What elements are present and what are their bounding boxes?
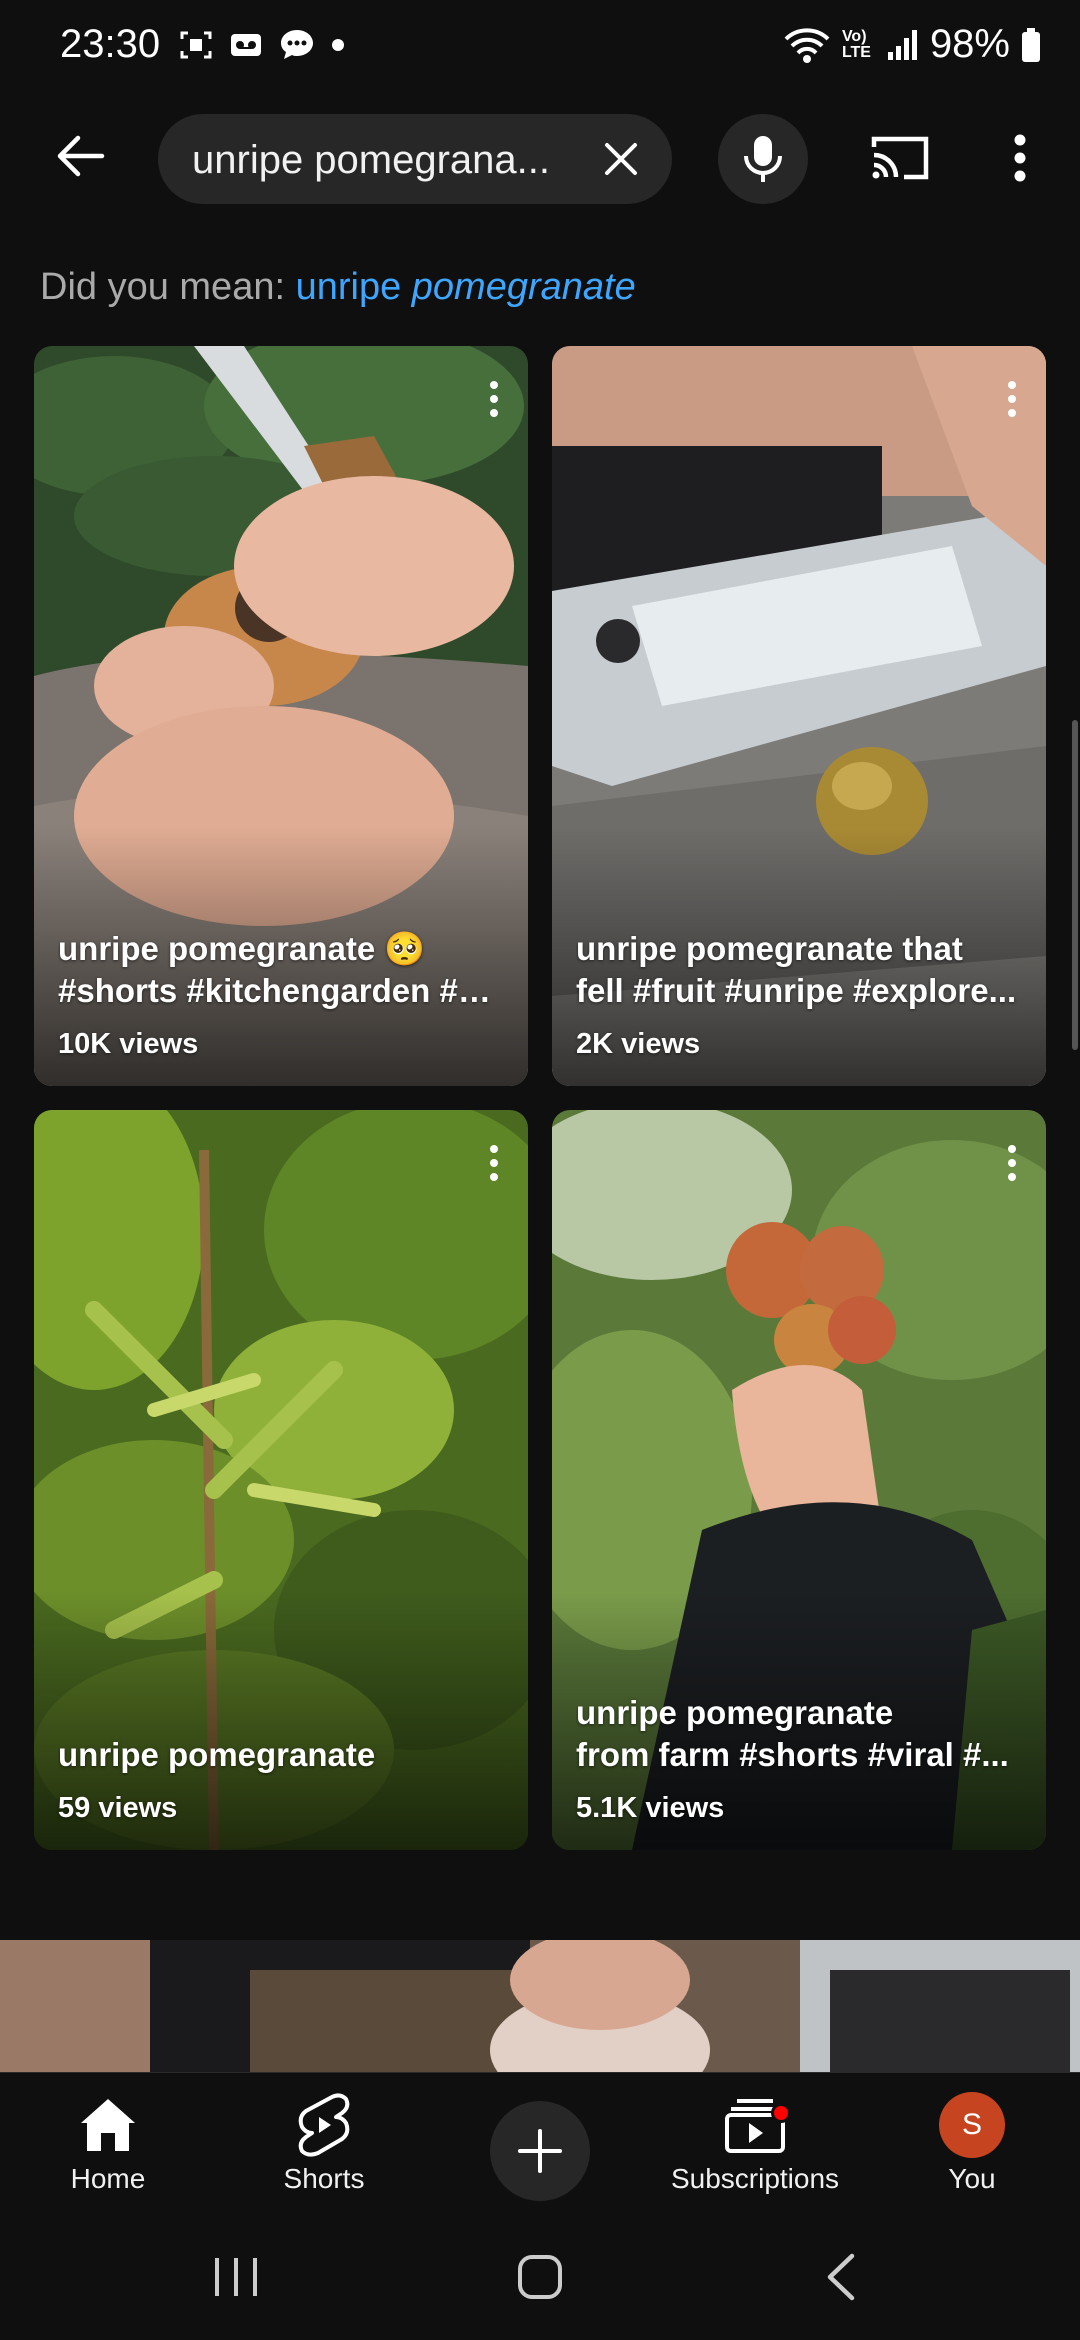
cast-icon	[871, 136, 929, 180]
close-icon	[605, 143, 637, 175]
notification-icons	[178, 26, 346, 64]
more-vert-icon	[490, 381, 498, 417]
more-vert-icon	[1008, 1145, 1016, 1181]
battery-icon	[1022, 27, 1040, 62]
short-title: unripe pomegranate from farm #shorts #vi…	[576, 1692, 1022, 1776]
short-card[interactable]: unripe pomegranate that fell #fruit #unr…	[552, 346, 1046, 1086]
suggestion-italic: pomegranate	[411, 266, 636, 308]
short-title-line: unripe pomegranate 🥺	[58, 930, 426, 967]
clear-search-button[interactable]	[590, 128, 652, 190]
wifi-icon	[784, 27, 830, 63]
short-card[interactable]: unripe pomegranate from farm #shorts #vi…	[552, 1110, 1046, 1850]
recents-button[interactable]	[186, 2242, 286, 2312]
back-button[interactable]	[40, 116, 120, 196]
short-title-line: from farm #shorts #viral #...	[576, 1736, 1009, 1773]
short-card[interactable]: unripe pomegranate 59 views	[34, 1110, 528, 1850]
message-icon	[281, 30, 313, 59]
video-thumbnail	[0, 1940, 1080, 2072]
nav-subscriptions-label: Subscriptions	[670, 2163, 840, 2194]
signal-icon	[887, 29, 917, 60]
did-you-mean: Did you mean: unripe pomegranate	[40, 266, 636, 309]
status-bar: 23:30 Vo) LTE 98%	[0, 0, 1080, 96]
system-navigation	[0, 2212, 1080, 2340]
short-title-line: unripe pomegranate	[576, 1694, 894, 1731]
suggestion-link[interactable]: unripe pomegranate	[296, 266, 636, 308]
notification-dot	[771, 2103, 791, 2123]
search-box[interactable]: unripe pomegrana...	[158, 114, 672, 204]
more-options-button[interactable]	[990, 118, 1050, 198]
short-menu-button[interactable]	[992, 374, 1032, 424]
short-title: unripe pomegranate 🥺 #shorts #kitchengar…	[58, 928, 504, 1012]
nav-you[interactable]: S You	[912, 2073, 1032, 2213]
short-menu-button[interactable]	[474, 1138, 514, 1188]
nav-home-label: Home	[70, 2163, 146, 2194]
back-chevron-icon	[827, 2253, 855, 2301]
short-title-line: #shorts #kitchengarden #n...	[58, 972, 504, 1009]
network-label: Vo) LTE	[841, 27, 871, 61]
short-title-line: fell #fruit #unripe #explore...	[576, 972, 1017, 1009]
more-vert-icon	[1008, 381, 1016, 417]
dot-icon	[332, 39, 344, 51]
next-result-thumbnail[interactable]	[0, 1940, 1080, 2072]
more-vert-icon	[1014, 134, 1026, 182]
search-query[interactable]: unripe pomegrana...	[192, 138, 582, 183]
back-arrow-icon	[57, 135, 105, 177]
search-top-bar: unripe pomegrana...	[0, 96, 1080, 246]
voice-search-button[interactable]	[718, 114, 808, 204]
shorts-icon	[298, 2093, 350, 2157]
short-card[interactable]: unripe pomegranate 🥺 #shorts #kitchengar…	[34, 346, 528, 1086]
short-title: unripe pomegranate that fell #fruit #unr…	[576, 928, 1022, 1012]
short-views: 59 views	[58, 1792, 178, 1824]
status-time: 23:30	[60, 22, 161, 66]
more-vert-icon	[490, 1145, 498, 1181]
plus-icon	[518, 2129, 562, 2173]
nav-shorts[interactable]: Shorts	[264, 2073, 384, 2213]
bottom-navigation: Home Shorts Subscriptions S You	[0, 2072, 1080, 2212]
nav-you-label: You	[948, 2163, 996, 2194]
suggestion-plain: unripe	[295, 266, 412, 308]
home-system-button[interactable]	[490, 2242, 590, 2312]
short-title-line: unripe pomegranate	[58, 1736, 376, 1773]
scrollbar[interactable]	[1072, 720, 1078, 1050]
did-you-mean-prefix: Did you mean:	[40, 266, 296, 308]
short-views: 5.1K views	[576, 1792, 725, 1824]
short-views: 2K views	[576, 1028, 701, 1060]
screenshot-icon	[180, 31, 212, 59]
status-right: Vo) LTE 98%	[782, 22, 1042, 67]
short-views: 10K views	[58, 1028, 199, 1060]
avatar: S	[939, 2092, 1005, 2158]
short-menu-button[interactable]	[992, 1138, 1032, 1188]
recents-icon	[215, 2258, 257, 2296]
battery-percent: 98%	[929, 22, 1010, 66]
short-title-line: unripe pomegranate that	[576, 930, 963, 967]
nav-home[interactable]: Home	[48, 2073, 168, 2213]
voicemail-icon	[231, 34, 261, 56]
cast-button[interactable]	[860, 118, 940, 198]
short-title: unripe pomegranate	[58, 1734, 504, 1776]
home-icon	[81, 2099, 135, 2151]
short-menu-button[interactable]	[474, 374, 514, 424]
nav-subscriptions[interactable]: Subscriptions	[660, 2073, 850, 2213]
nav-shorts-label: Shorts	[283, 2163, 365, 2194]
home-circle-icon	[518, 2255, 562, 2299]
create-button[interactable]	[488, 2073, 592, 2213]
back-system-button[interactable]	[792, 2242, 892, 2312]
mic-icon	[744, 136, 782, 182]
